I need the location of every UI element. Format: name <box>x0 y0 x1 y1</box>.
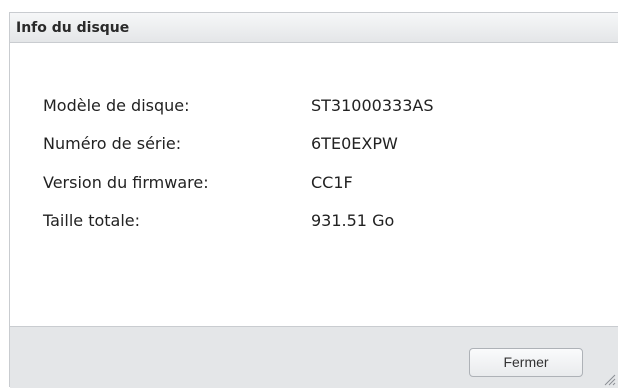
disk-info-dialog: Info du disque Modèle de disque: ST31000… <box>9 12 618 388</box>
field-label-serial: Numéro de série: <box>43 134 182 153</box>
field-label-firmware: Version du firmware: <box>43 173 209 192</box>
field-value-serial: 6TE0EXPW <box>311 134 398 153</box>
dialog-content: Modèle de disque: ST31000333AS Numéro de… <box>10 43 618 326</box>
dialog-title-bar[interactable]: Info du disque <box>10 13 618 43</box>
field-value-total-size: 931.51 Go <box>311 211 395 230</box>
field-value-firmware: CC1F <box>311 173 353 192</box>
field-label-model: Modèle de disque: <box>43 96 190 115</box>
field-value-model: ST31000333AS <box>311 96 434 115</box>
resize-grip-icon[interactable] <box>602 372 616 386</box>
dialog-title: Info du disque <box>16 20 130 36</box>
close-button[interactable]: Fermer <box>469 348 583 377</box>
dialog-footer: Fermer <box>10 326 618 388</box>
field-label-total-size: Taille totale: <box>43 211 141 230</box>
